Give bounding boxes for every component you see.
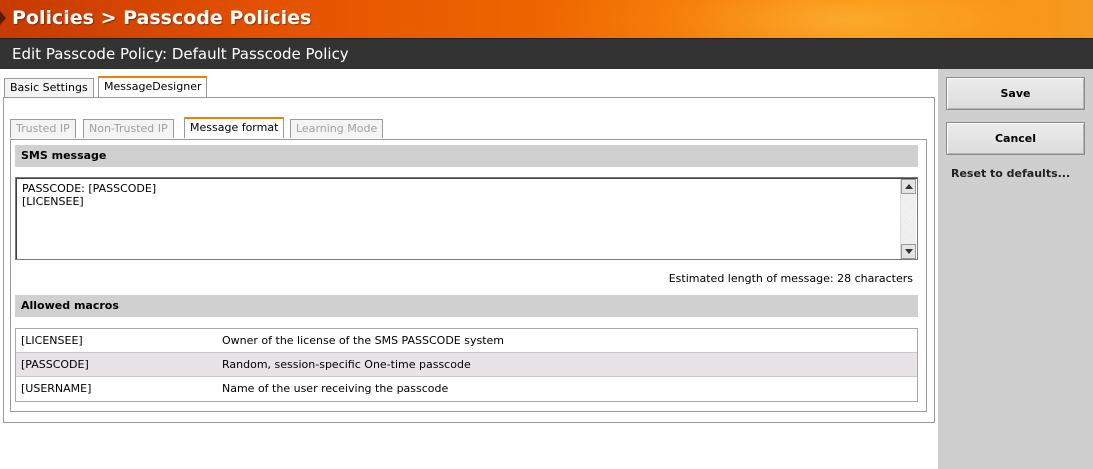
page-title: Policies > Passcode Policies (12, 7, 312, 29)
macros-table: [LICENSEE] Owner of the license of the S… (15, 328, 918, 402)
page-header: Policies > Passcode Policies (0, 0, 1093, 38)
message-length-estimate: Estimated length of message: 28 characte… (668, 272, 913, 285)
macro-name: [LICENSEE] (21, 334, 83, 347)
allowed-macros-header: Allowed macros (15, 295, 918, 317)
sms-message-textarea[interactable]: PASSCODE: [PASSCODE] [LICENSEE] (15, 177, 918, 260)
scroll-down-icon[interactable] (901, 244, 916, 259)
edit-title: Edit Passcode Policy: Default Passcode P… (12, 45, 349, 63)
reset-defaults-link[interactable]: Reset to defaults... (951, 167, 1070, 180)
tab-basic-settings[interactable]: Basic Settings (4, 78, 94, 97)
header-decoration (533, 0, 1053, 38)
sms-message-text[interactable]: PASSCODE: [PASSCODE] [LICENSEE] (22, 182, 156, 208)
tab-message-designer[interactable]: MessageDesigner (98, 76, 208, 97)
sms-message-header: SMS message (15, 145, 918, 167)
scroll-up-icon[interactable] (901, 179, 916, 194)
header-arrow-icon (0, 11, 6, 25)
sub-header: Edit Passcode Policy: Default Passcode P… (0, 38, 1093, 69)
subtab-message-format[interactable]: Message format (184, 117, 285, 138)
table-row: [PASSCODE] Random, session-specific One-… (16, 353, 917, 377)
subtab-non-trusted-ip[interactable]: Non-Trusted IP (83, 119, 174, 138)
macro-description: Name of the user receiving the passcode (222, 382, 449, 395)
subtab-learning-mode[interactable]: Learning Mode (290, 119, 384, 138)
macro-description: Owner of the license of the SMS PASSCODE… (222, 334, 504, 347)
textarea-scrollbar[interactable] (900, 179, 916, 259)
macro-name: [USERNAME] (21, 382, 92, 395)
actions-panel: Save Cancel Reset to defaults... (938, 69, 1093, 469)
save-button[interactable]: Save (946, 77, 1085, 110)
macro-name: [PASSCODE] (21, 358, 89, 371)
macro-description: Random, session-specific One-time passco… (222, 358, 471, 371)
cancel-button[interactable]: Cancel (946, 122, 1085, 155)
table-row: [USERNAME] Name of the user receiving th… (16, 377, 917, 401)
table-row: [LICENSEE] Owner of the license of the S… (16, 329, 917, 353)
subtab-trusted-ip[interactable]: Trusted IP (10, 119, 76, 138)
